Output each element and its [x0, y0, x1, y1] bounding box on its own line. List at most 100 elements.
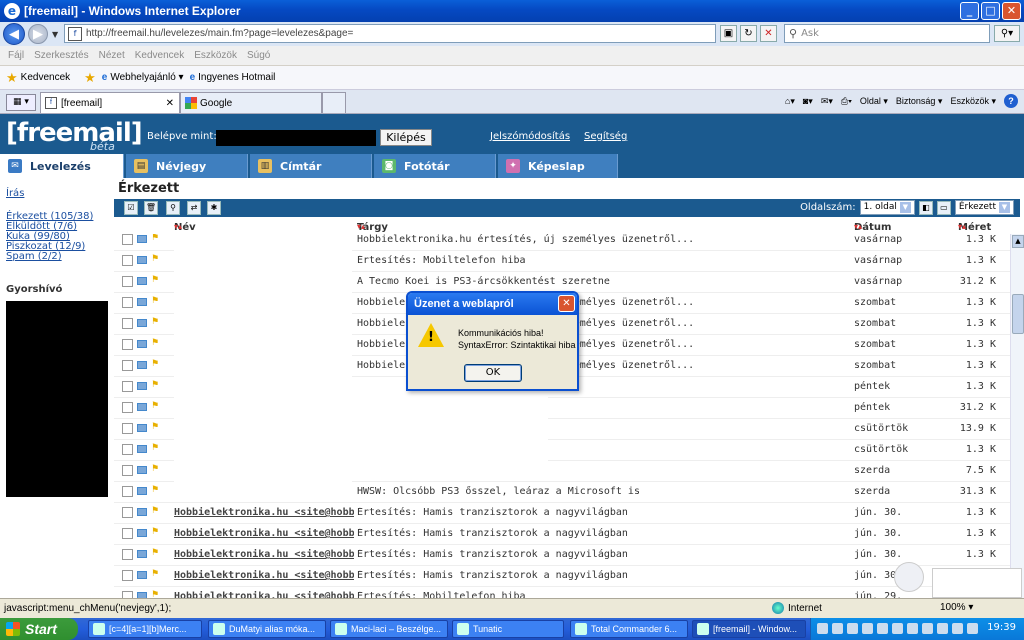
tray-icon[interactable] — [817, 623, 828, 634]
safety-menu[interactable]: Biztonság ▾ — [896, 96, 943, 107]
tray-icon[interactable] — [832, 623, 843, 634]
row-checkbox[interactable] — [122, 255, 133, 266]
menu-view[interactable]: Nézet — [99, 50, 125, 61]
back-button[interactable]: ◀ — [3, 23, 25, 45]
tab-nevjegy[interactable]: ▤ Névjegy — [126, 154, 248, 178]
add-favorite-icon[interactable]: ★ — [84, 70, 96, 86]
minimize-button[interactable]: _ — [960, 2, 979, 20]
quick-tabs-button[interactable]: ▦ ▾ — [6, 94, 36, 111]
menu-tools[interactable]: Eszközök — [194, 50, 237, 61]
tab-levelezes[interactable]: ✉ Levelezés — [0, 154, 124, 178]
home-icon[interactable]: ⌂▾ — [785, 96, 795, 107]
row-checkbox[interactable] — [122, 591, 133, 598]
tab-freemail[interactable]: f [freemail] ✕ — [40, 92, 180, 113]
row-checkbox[interactable] — [122, 318, 133, 329]
row-checkbox[interactable] — [122, 486, 133, 497]
compatibility-icon[interactable]: ▣ — [720, 25, 737, 42]
taskbar-item-active[interactable]: [freemail] - Window... — [692, 620, 806, 638]
delete-icon[interactable]: 🗑 — [144, 201, 158, 215]
flag-icon[interactable]: ⚑ — [151, 317, 159, 327]
mail-icon[interactable]: ✉▾ — [821, 96, 833, 107]
taskbar-item[interactable]: [c=4][a=1][b]Merc... — [88, 620, 202, 638]
row-checkbox[interactable] — [122, 276, 133, 287]
flag-icon[interactable]: ⚑ — [151, 338, 159, 348]
mark-icon[interactable]: ✱ — [207, 201, 221, 215]
new-tab-button[interactable] — [322, 92, 346, 113]
favorites-button[interactable]: ★ Kedvencek — [6, 70, 70, 86]
flag-icon[interactable]: ⚑ — [151, 569, 159, 579]
flag-icon[interactable]: ⚑ — [151, 506, 159, 516]
row-checkbox[interactable] — [122, 570, 133, 581]
tab-kepeslap[interactable]: ✦ Képeslap — [498, 154, 618, 178]
refresh-icon[interactable]: ↻ — [740, 25, 757, 42]
tray-icon[interactable] — [907, 623, 918, 634]
table-row[interactable]: ⚑ Hobbielektronika.hu <site@hobbielektron… — [114, 566, 1010, 587]
table-row[interactable]: ⚑ Hobbielektronika.hu <site@hobbielektron… — [114, 545, 1010, 566]
compose-link[interactable]: Írás — [6, 188, 24, 199]
close-window-button[interactable]: ✕ — [1002, 2, 1021, 20]
help-link[interactable]: Segítség — [584, 131, 627, 142]
flag-icon[interactable]: ⚑ — [151, 485, 159, 495]
page-menu[interactable]: Oldal ▾ — [860, 96, 888, 107]
flag-icon[interactable]: ⚑ — [151, 443, 159, 453]
folder-spam[interactable]: Spam (2/2) — [6, 251, 62, 262]
flag-icon[interactable]: ⚑ — [151, 401, 159, 411]
row-checkbox[interactable] — [122, 549, 133, 560]
select-all-icon[interactable]: ☑ — [124, 201, 138, 215]
row-checkbox[interactable] — [122, 465, 133, 476]
flag-icon[interactable]: ⚑ — [151, 234, 159, 243]
tab-fototar[interactable]: ◙ Fotótár — [374, 154, 496, 178]
flag-icon[interactable]: ⚑ — [151, 590, 159, 598]
menu-help[interactable]: Súgó — [247, 50, 270, 61]
tray-icon[interactable] — [847, 623, 858, 634]
taskbar-item[interactable]: Total Commander 6... — [570, 620, 688, 638]
row-checkbox[interactable] — [122, 402, 133, 413]
scroll-up-icon[interactable]: ▲ — [1012, 235, 1024, 248]
menu-file[interactable]: Fájl — [8, 50, 24, 61]
row-checkbox[interactable] — [122, 423, 133, 434]
start-button[interactable]: Start — [0, 618, 78, 640]
tray-icon[interactable] — [877, 623, 888, 634]
search-mail-icon[interactable]: ⚲ — [166, 201, 180, 215]
logout-button[interactable]: Kilépés — [380, 129, 432, 146]
tab-google[interactable]: Google — [180, 92, 322, 113]
row-checkbox[interactable] — [122, 234, 133, 245]
password-change-link[interactable]: Jelszómódosítás — [490, 131, 570, 142]
row-checkbox[interactable] — [122, 528, 133, 539]
fav-item-hotmail[interactable]: e Ingyenes Hotmail — [190, 72, 276, 83]
tray-icon[interactable] — [892, 623, 903, 634]
row-checkbox[interactable] — [122, 360, 133, 371]
address-bar[interactable]: f http://freemail.hu/levelezes/main.fm?p… — [64, 24, 716, 43]
mail-list-scrollbar[interactable]: ▲ — [1010, 234, 1024, 598]
feeds-icon[interactable]: ◙▾ — [803, 96, 813, 107]
help-icon[interactable]: ? — [1004, 94, 1018, 108]
flag-icon[interactable]: ⚑ — [151, 548, 159, 558]
flag-icon[interactable]: ⚑ — [151, 254, 159, 264]
folder-select[interactable]: Érkezett ▼ — [954, 200, 1014, 215]
tray-icon[interactable] — [937, 623, 948, 634]
row-checkbox[interactable] — [122, 507, 133, 518]
flag-icon[interactable]: ⚑ — [151, 380, 159, 390]
dialog-close-button[interactable]: ✕ — [558, 295, 575, 312]
scroll-thumb[interactable] — [1012, 294, 1024, 334]
menu-edit[interactable]: Szerkesztés — [34, 50, 88, 61]
ok-button[interactable]: OK — [464, 364, 522, 382]
fav-item-webslice[interactable]: e Webhelyajánló ▾ — [102, 72, 184, 83]
flag-icon[interactable]: ⚑ — [151, 464, 159, 474]
menu-favorites[interactable]: Kedvencek — [135, 50, 184, 61]
tray-icon[interactable] — [967, 623, 978, 634]
table-row[interactable]: ⚑ Hobbielektronika.hu <site@hobbielektron… — [114, 503, 1010, 524]
maximize-button[interactable]: □ — [981, 2, 1000, 20]
flag-icon[interactable]: ⚑ — [151, 359, 159, 369]
history-dropdown-icon[interactable]: ▼ — [52, 30, 58, 39]
row-checkbox[interactable] — [122, 381, 133, 392]
tray-icon[interactable] — [922, 623, 933, 634]
table-row[interactable]: ⚑ Hobbielektronika.hu <site@hobbielektron… — [114, 524, 1010, 545]
search-input[interactable]: ⚲ Ask — [784, 24, 990, 43]
close-tab-icon[interactable]: ✕ — [166, 98, 174, 109]
tray-icon[interactable] — [862, 623, 873, 634]
row-checkbox[interactable] — [122, 339, 133, 350]
tray-icon[interactable] — [952, 623, 963, 634]
tab-cimtar[interactable]: ▥ Címtár — [250, 154, 372, 178]
page-select[interactable]: 1. oldal ▼ — [859, 200, 915, 215]
